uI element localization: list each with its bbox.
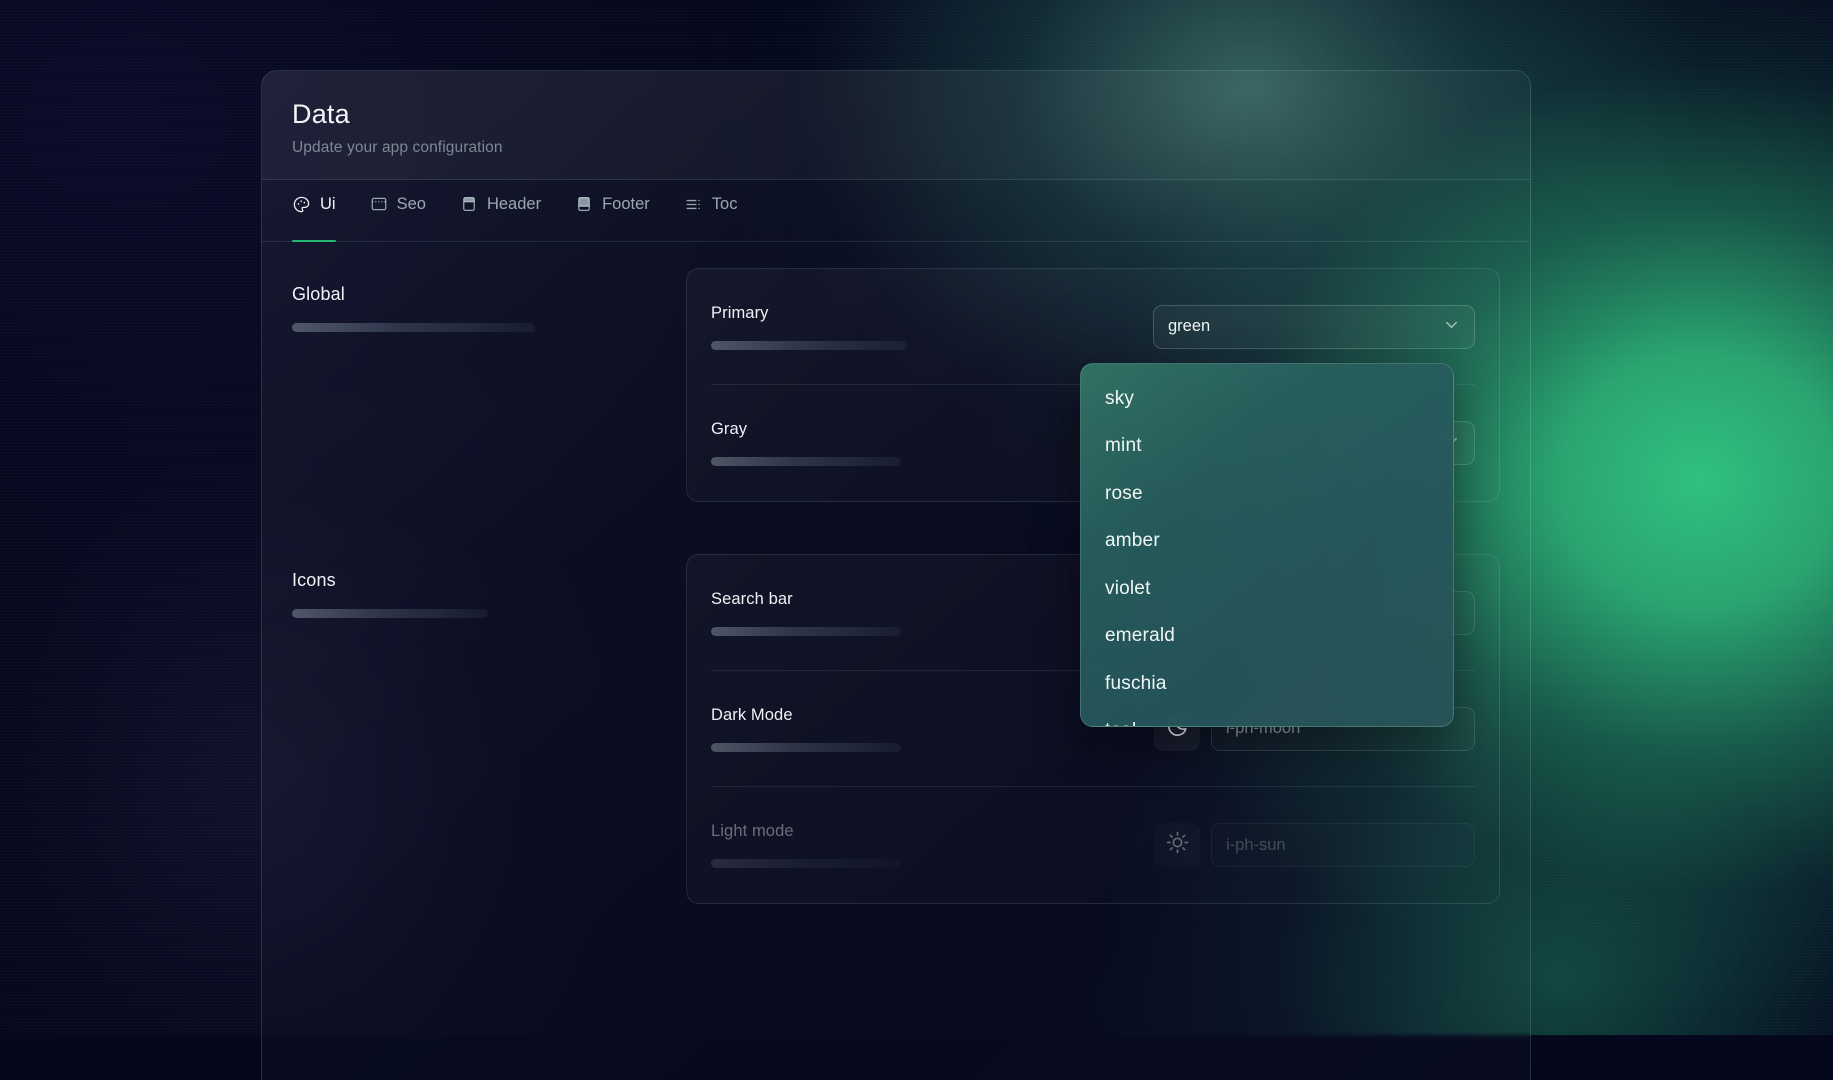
field-label: Light mode bbox=[711, 822, 973, 841]
section-title: Icons bbox=[292, 570, 674, 591]
browser-window-icon bbox=[370, 195, 388, 213]
section-global-left: Global bbox=[292, 268, 674, 502]
skeleton-bar bbox=[711, 859, 901, 868]
dropdown-option-violet[interactable]: violet bbox=[1081, 565, 1453, 613]
dropdown-option-teal[interactable]: teal bbox=[1081, 708, 1453, 728]
dialog-header: Data Update your app configuration bbox=[262, 71, 1530, 180]
tab-footer[interactable]: Footer bbox=[575, 180, 650, 241]
field-label-group: Dark Mode bbox=[711, 706, 973, 752]
field-label: Dark Mode bbox=[711, 706, 973, 725]
field-label-group: Light mode bbox=[711, 822, 973, 868]
sun-icon-button[interactable] bbox=[1154, 823, 1200, 867]
skeleton-bar bbox=[711, 457, 901, 466]
tab-toc[interactable]: Toc bbox=[684, 180, 738, 241]
skeleton-bar bbox=[292, 609, 488, 618]
field-control-group: green bbox=[973, 305, 1475, 349]
header-layout-icon bbox=[460, 195, 478, 213]
skeleton-bar bbox=[711, 627, 901, 636]
skeleton-bar bbox=[292, 323, 535, 332]
tab-label: Toc bbox=[712, 195, 738, 214]
field-label-group: Gray bbox=[711, 420, 973, 466]
footer-layout-icon bbox=[575, 195, 593, 213]
color-options-dropdown[interactable]: sky mint rose amber violet emerald fusch… bbox=[1080, 363, 1454, 727]
field-label-group: Search bar bbox=[711, 590, 973, 636]
tab-label: Seo bbox=[397, 195, 426, 214]
tab-label: Header bbox=[487, 195, 541, 214]
field-label-group: Primary bbox=[711, 304, 973, 350]
section-icons-left: Icons bbox=[292, 554, 674, 904]
page-subtitle: Update your app configuration bbox=[292, 139, 1500, 157]
tab-ui[interactable]: Ui bbox=[292, 180, 336, 241]
page-title: Data bbox=[292, 99, 1500, 130]
dropdown-option-sky[interactable]: sky bbox=[1081, 375, 1453, 423]
field-label: Search bar bbox=[711, 590, 973, 609]
section-title: Global bbox=[292, 284, 674, 305]
tab-header[interactable]: Header bbox=[460, 180, 541, 241]
primary-color-select[interactable]: green bbox=[1153, 305, 1475, 349]
tab-label: Ui bbox=[320, 195, 336, 214]
dropdown-option-rose[interactable]: rose bbox=[1081, 470, 1453, 518]
field-label: Gray bbox=[711, 420, 973, 439]
tab-label: Footer bbox=[602, 195, 650, 214]
input-value: i-ph-sun bbox=[1226, 836, 1286, 855]
tab-seo[interactable]: Seo bbox=[370, 180, 426, 241]
field-row-light-mode: Light mode bbox=[711, 787, 1475, 903]
dropdown-option-emerald[interactable]: emerald bbox=[1081, 613, 1453, 661]
skeleton-bar bbox=[711, 743, 901, 752]
dropdown-option-fuschia[interactable]: fuschia bbox=[1081, 660, 1453, 708]
dropdown-option-mint[interactable]: mint bbox=[1081, 423, 1453, 471]
field-label: Primary bbox=[711, 304, 973, 323]
palette-icon bbox=[292, 195, 311, 214]
chevron-down-icon bbox=[1442, 315, 1461, 339]
list-icon bbox=[684, 195, 703, 214]
tab-bar: Ui Seo Header bbox=[262, 180, 1530, 242]
skeleton-bar bbox=[711, 341, 907, 350]
sun-icon bbox=[1165, 830, 1190, 860]
dropdown-option-amber[interactable]: amber bbox=[1081, 518, 1453, 566]
field-control-group: i-ph-sun bbox=[973, 823, 1475, 867]
select-value: green bbox=[1168, 317, 1210, 336]
light-mode-icon-input[interactable]: i-ph-sun bbox=[1211, 823, 1475, 867]
